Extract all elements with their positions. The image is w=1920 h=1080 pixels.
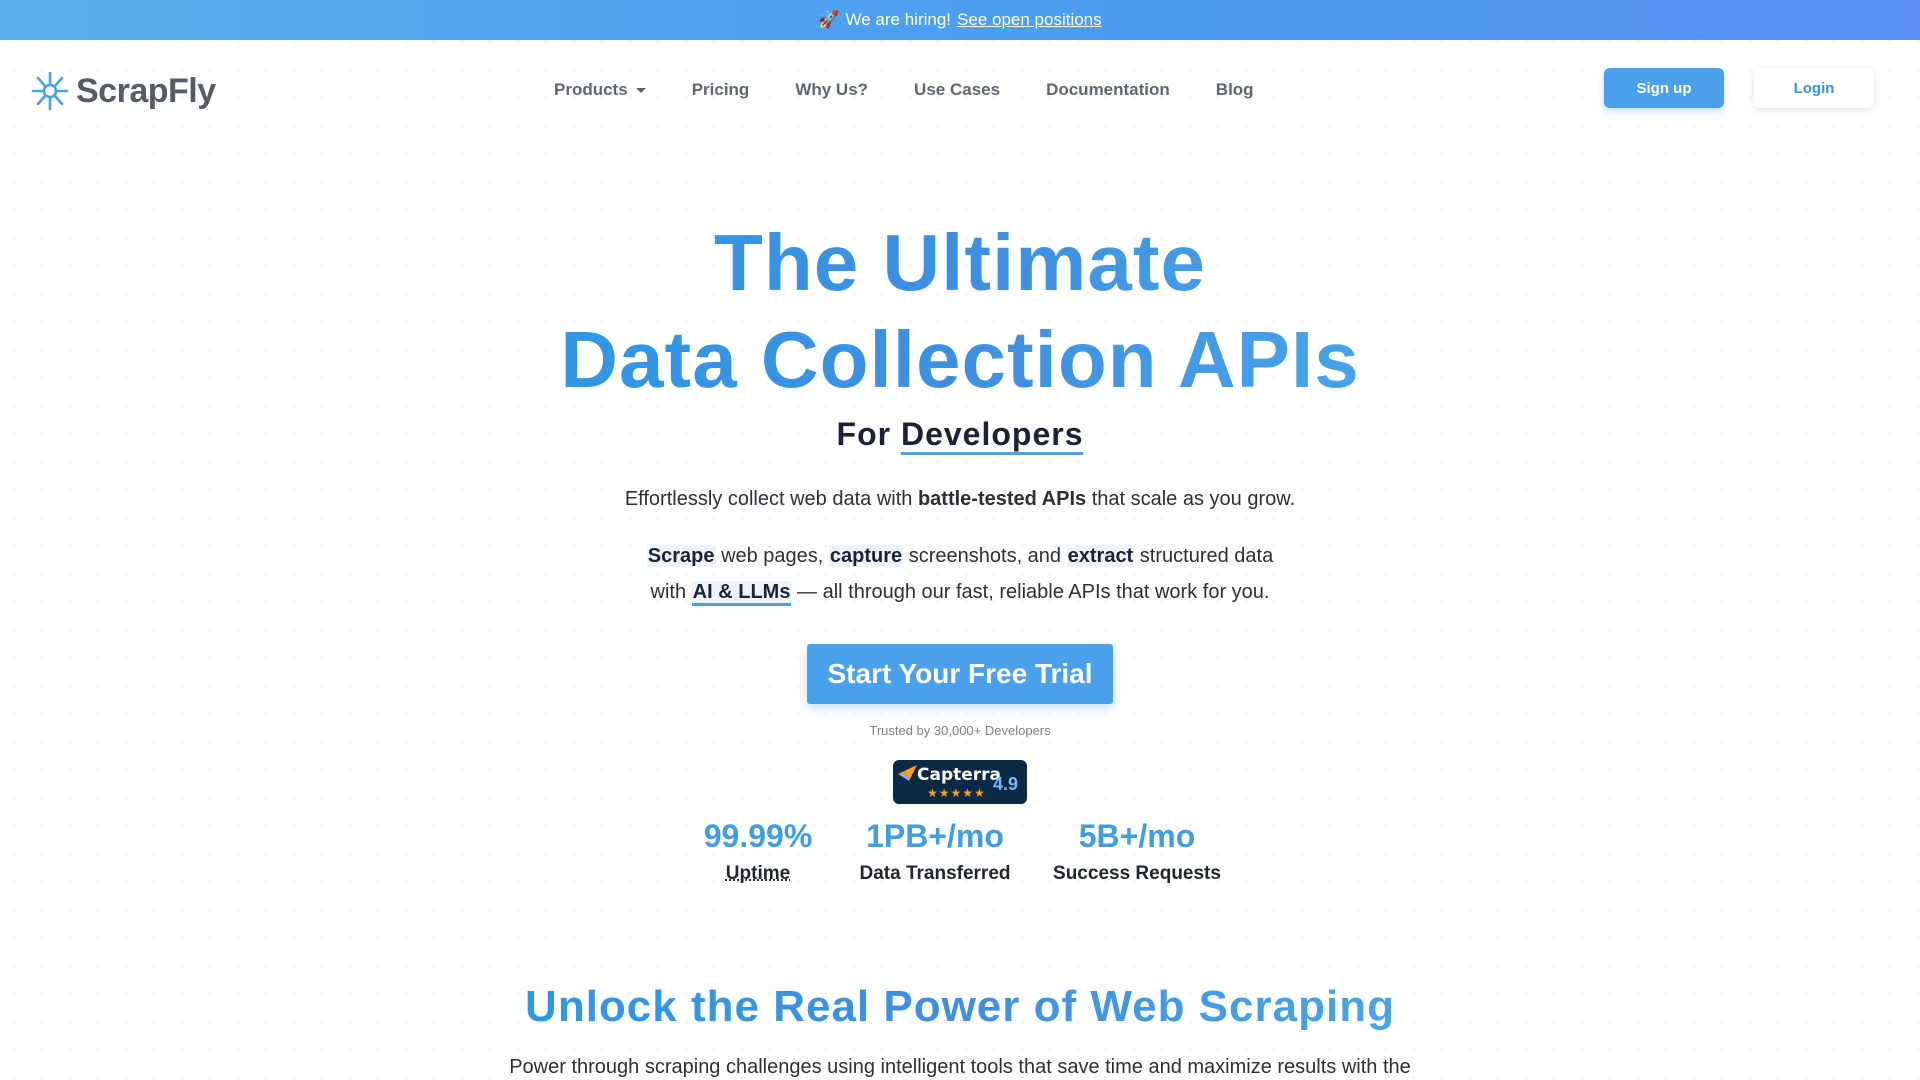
stat-value: 5B+/mo (1078, 818, 1196, 854)
stat-value: 99.99% (703, 818, 813, 854)
menu-documentation[interactable]: Documentation (1046, 80, 1170, 100)
p1-after: that scale as you grow. (1091, 488, 1296, 510)
menu-why-us[interactable]: Why Us? (795, 80, 868, 100)
main-menu: Products Pricing Why Us? Use Cases Docum… (554, 80, 1254, 100)
section-title: Unlock the Real Power of Web Scraping (0, 982, 1920, 1032)
stat-label: Data Transferred (859, 863, 1011, 884)
hero-title-line1: The Ultimate (0, 215, 1920, 311)
hero-subtitle: For Developers (0, 416, 1920, 455)
start-free-trial-button[interactable]: Start Your Free Trial (807, 644, 1113, 704)
top-navigation: ScrapFly Products Pricing Why Us? Use Ca… (0, 40, 1920, 140)
stat-uptime: 99.99% Uptime (693, 818, 823, 885)
signup-button[interactable]: Sign up (1604, 68, 1724, 108)
section-intro-text: Power through scraping challenges using … (509, 1056, 1411, 1078)
trusted-by-text: Trusted by 30,000+ Developers (869, 723, 1051, 738)
menu-products[interactable]: Products (554, 80, 646, 100)
capterra-stars: ★★★★★ (927, 786, 986, 800)
stat-label: Success Requests (1053, 863, 1221, 884)
stats-row: 99.99% Uptime 1PB+/mo Data Transferred 5… (0, 818, 1920, 885)
hero-paragraph-1: Effortlessly collect web data with battl… (0, 488, 1920, 511)
capterra-name: Capterra (917, 765, 1002, 785)
stat-value: 1PB+/mo (866, 818, 1004, 854)
banner-text: We are hiring! (845, 10, 952, 29)
p2-text-3: structured data (1139, 545, 1274, 567)
scrapfly-bug-icon (31, 71, 69, 111)
menu-blog[interactable]: Blog (1216, 80, 1254, 100)
logo-text: ScrapFly (76, 71, 216, 110)
hiring-banner: 🚀 We are hiring! See open positions (0, 0, 1920, 40)
stat-label: Uptime (725, 863, 791, 884)
rocket-icon: 🚀 (818, 10, 840, 29)
p1-bold: battle-tested APIs (917, 488, 1087, 510)
stat-data-transferred: 1PB+/mo Data Transferred (855, 818, 1015, 885)
p2-text-2: screenshots, and (908, 545, 1062, 567)
menu-use-cases[interactable]: Use Cases (914, 80, 1000, 100)
keyword-capture: capture (828, 545, 904, 567)
subtitle-prefix: For (836, 416, 892, 452)
menu-products-label: Products (554, 80, 628, 99)
capterra-arrow-icon (898, 765, 917, 781)
keyword-ai-llms: AI & LLMs (691, 581, 792, 606)
chevron-down-icon (635, 87, 646, 93)
capterra-badge[interactable]: Capterra ★★★★★ 4.9 (893, 760, 1027, 804)
menu-pricing[interactable]: Pricing (692, 80, 750, 100)
hero-title-line2: Data Collection APIs (0, 312, 1920, 408)
capterra-rating: 4.9 (993, 774, 1019, 794)
stat-success-requests: 5B+/mo Success Requests (1047, 818, 1227, 885)
p2-text-4: with (650, 581, 687, 603)
keyword-extract: extract (1066, 545, 1135, 567)
p2-text-5: — all through our fast, reliable APIs th… (797, 581, 1270, 603)
p1-before: Effortlessly collect web data with (624, 488, 913, 510)
keyword-scrape: Scrape (646, 545, 716, 567)
logo[interactable]: ScrapFly (30, 70, 216, 112)
p2-text-1: web pages, (721, 545, 824, 567)
login-button[interactable]: Login (1754, 68, 1874, 108)
subtitle-developers: Developers (900, 416, 1084, 455)
hero-paragraph-2: Scrape web pages, capture screenshots, a… (0, 538, 1920, 610)
open-positions-link[interactable]: See open positions (957, 10, 1102, 30)
